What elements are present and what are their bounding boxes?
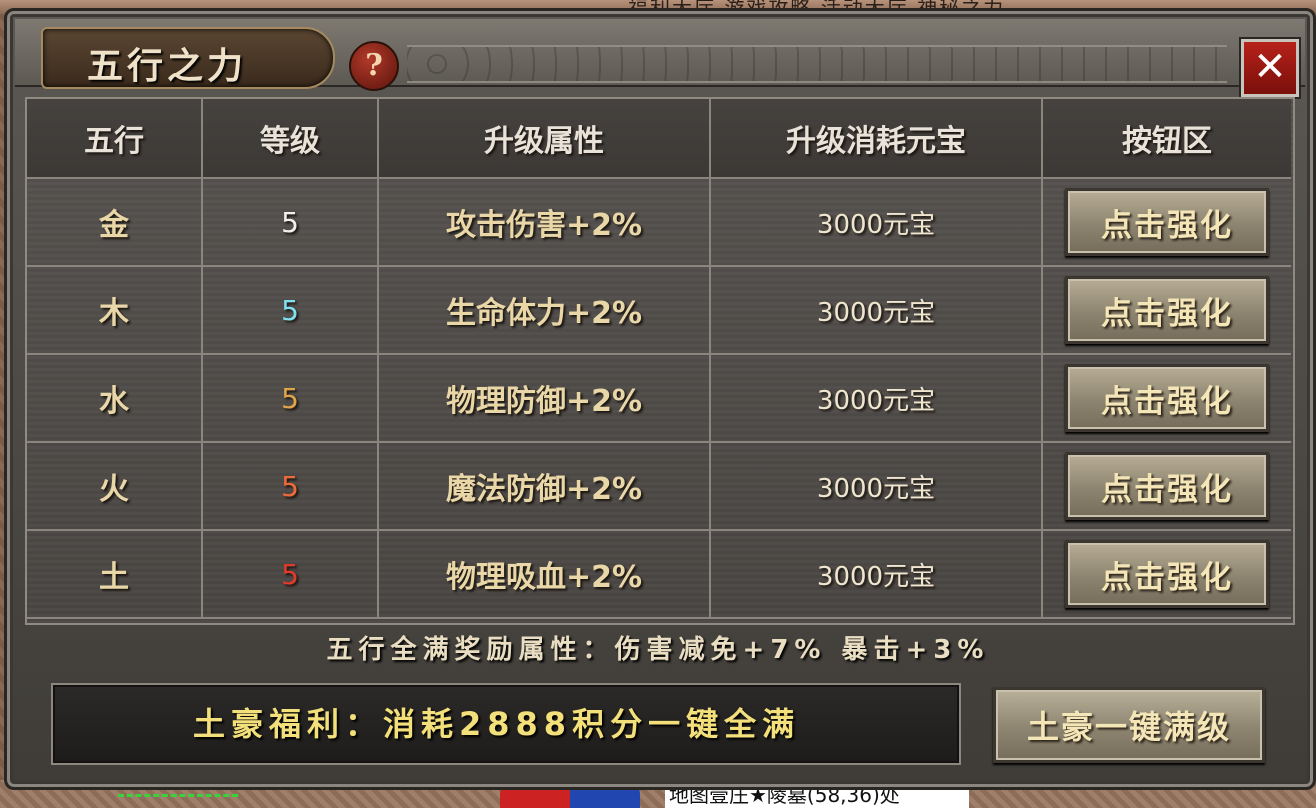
one-click-max-button[interactable]: 土豪一键满级	[993, 687, 1265, 763]
ornament-band	[407, 45, 1227, 83]
upgrade-button[interactable]: 点击强化	[1065, 540, 1269, 608]
cost-cell: 3000元宝	[711, 179, 1043, 267]
rich-benefit-text: 土豪福利：消耗2888积分一键全满	[193, 705, 801, 743]
attribute-cell: 物理防御+2%	[379, 355, 711, 443]
element-cell: 土	[27, 531, 203, 619]
level-cell: 5	[203, 443, 379, 531]
cost-cell: 3000元宝	[711, 355, 1043, 443]
dialog-titlebar[interactable]: 五行之力 ? ✕	[15, 19, 1305, 97]
attribute-cell: 魔法防御+2%	[379, 443, 711, 531]
upgrade-button[interactable]: 点击强化	[1065, 188, 1269, 256]
element-cell: 火	[27, 443, 203, 531]
element-cell: 金	[27, 179, 203, 267]
help-icon[interactable]: ?	[349, 41, 399, 91]
button-cell: 点击强化	[1043, 355, 1291, 443]
button-cell: 点击强化	[1043, 267, 1291, 355]
game-scene: 福利大厅 游戏攻略 活动大厅 神秘之力 地图壹庄★陵墓(58,36)处 五行之力…	[0, 0, 1316, 808]
level-cell: 5	[203, 267, 379, 355]
background-green-line	[118, 794, 238, 801]
elements-table: 五行 等级 升级属性 升级消耗元宝 按钮区金 5 攻击伤害+2% 3000元宝 点击强化木 5 生命…	[25, 97, 1295, 625]
element-cell: 木	[27, 267, 203, 355]
attribute-cell: 攻击伤害+2%	[379, 179, 711, 267]
level-cell: 5	[203, 355, 379, 443]
button-cell: 点击强化	[1043, 443, 1291, 531]
cost-cell: 3000元宝	[711, 267, 1043, 355]
upgrade-button[interactable]: 点击强化	[1065, 364, 1269, 432]
table-header-cell: 五行	[27, 99, 203, 179]
table-header-cell: 按钮区	[1043, 99, 1291, 179]
table-header-cell: 升级消耗元宝	[711, 99, 1043, 179]
cost-cell: 3000元宝	[711, 443, 1043, 531]
table-header-cell: 升级属性	[379, 99, 711, 179]
attribute-cell: 生命体力+2%	[379, 267, 711, 355]
level-cell: 5	[203, 179, 379, 267]
element-cell: 水	[27, 355, 203, 443]
rich-benefit-box: 土豪福利：消耗2888积分一键全满	[51, 683, 961, 765]
dialog-title: 五行之力	[87, 45, 248, 87]
full-reward-text: 五行全满奖励属性：伤害减免+7% 暴击+3%	[326, 635, 990, 665]
upgrade-button[interactable]: 点击强化	[1065, 452, 1269, 520]
upgrade-button[interactable]: 点击强化	[1065, 276, 1269, 344]
close-button[interactable]: ✕	[1241, 39, 1299, 97]
button-cell: 点击强化	[1043, 531, 1291, 619]
attribute-cell: 物理吸血+2%	[379, 531, 711, 619]
button-cell: 点击强化	[1043, 179, 1291, 267]
cost-cell: 3000元宝	[711, 531, 1043, 619]
five-elements-dialog: 五行之力 ? ✕ 五行 等级 升级属性 升级消耗元宝 按钮区金 5 攻击伤害+2% 3000元…	[4, 8, 1316, 790]
level-cell: 5	[203, 531, 379, 619]
table-header-cell: 等级	[203, 99, 379, 179]
